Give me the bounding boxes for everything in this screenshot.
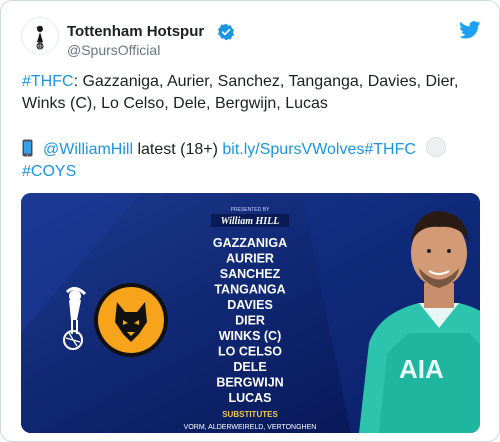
shirt-sponsor-text: AIA xyxy=(399,354,444,384)
lineup-text: : Gazzaniga, Aurier, Sanchez, Tanganga, … xyxy=(22,73,459,112)
lineup-player-name: TANGANGA xyxy=(214,283,285,297)
lineup-player-name: WINKS (C) xyxy=(219,329,282,343)
avatar[interactable] xyxy=(21,17,59,55)
latest-text: latest (18+) xyxy=(133,141,223,158)
lineup-player-name: SANCHEZ xyxy=(220,267,281,281)
lineup-player-name: GAZZANIGA xyxy=(213,236,287,250)
lineup-player-name: DIER xyxy=(235,314,265,328)
tweet-card: Tottenham Hotspur @SpursOfficial #THFC: … xyxy=(0,0,500,442)
account-handle[interactable]: @SpursOfficial xyxy=(67,42,160,58)
bitly-link[interactable]: bit.ly/SpursVWolves xyxy=(222,141,364,158)
white-circle-icon xyxy=(426,137,447,157)
lineup-player-name: AURIER xyxy=(226,252,274,266)
hashtag-coys[interactable]: #COYS xyxy=(22,163,76,180)
substitutes-title: SUBSTITUTES xyxy=(222,410,278,419)
presented-by-label: PRESENTED BY xyxy=(231,207,270,213)
spurs-crest-icon xyxy=(36,25,44,50)
lineup-player-name: LUCAS xyxy=(228,391,271,405)
lineup-player-name: DELE xyxy=(233,360,266,374)
mention-williamhill[interactable]: @WilliamHill xyxy=(43,141,133,158)
wolves-badge-icon xyxy=(94,283,168,357)
twitter-bird-icon[interactable] xyxy=(459,21,481,39)
lineup-player-name: DAVIES xyxy=(227,298,273,312)
account-name[interactable]: Tottenham Hotspur xyxy=(67,23,204,40)
substitutes-list: VORM, ALDERWEIRELD, VERTONGHEN xyxy=(184,424,317,431)
william-hill-logo: William HILL xyxy=(221,216,280,227)
mobile-phone-icon xyxy=(22,139,33,157)
tweet-text-line2: @WilliamHill latest (18+) bit.ly/SpursVW… xyxy=(22,137,482,183)
hashtag-thfc-2[interactable]: #THFC xyxy=(364,141,416,158)
lineup-player-name: LO CELSO xyxy=(218,345,282,359)
tweet-text: #THFC: Gazzaniga, Aurier, Sanchez, Tanga… xyxy=(22,71,482,115)
lineup-graphic[interactable]: AIA PRESENTED BY William HILL GAZZANIGA A… xyxy=(21,193,480,433)
verified-badge-icon xyxy=(217,23,235,41)
lineup-graphic-art: AIA PRESENTED BY William HILL GAZZANIGA A… xyxy=(21,193,480,433)
lineup-player-name: BERGWIJN xyxy=(216,376,283,390)
hashtag-thfc[interactable]: #THFC xyxy=(22,73,74,90)
